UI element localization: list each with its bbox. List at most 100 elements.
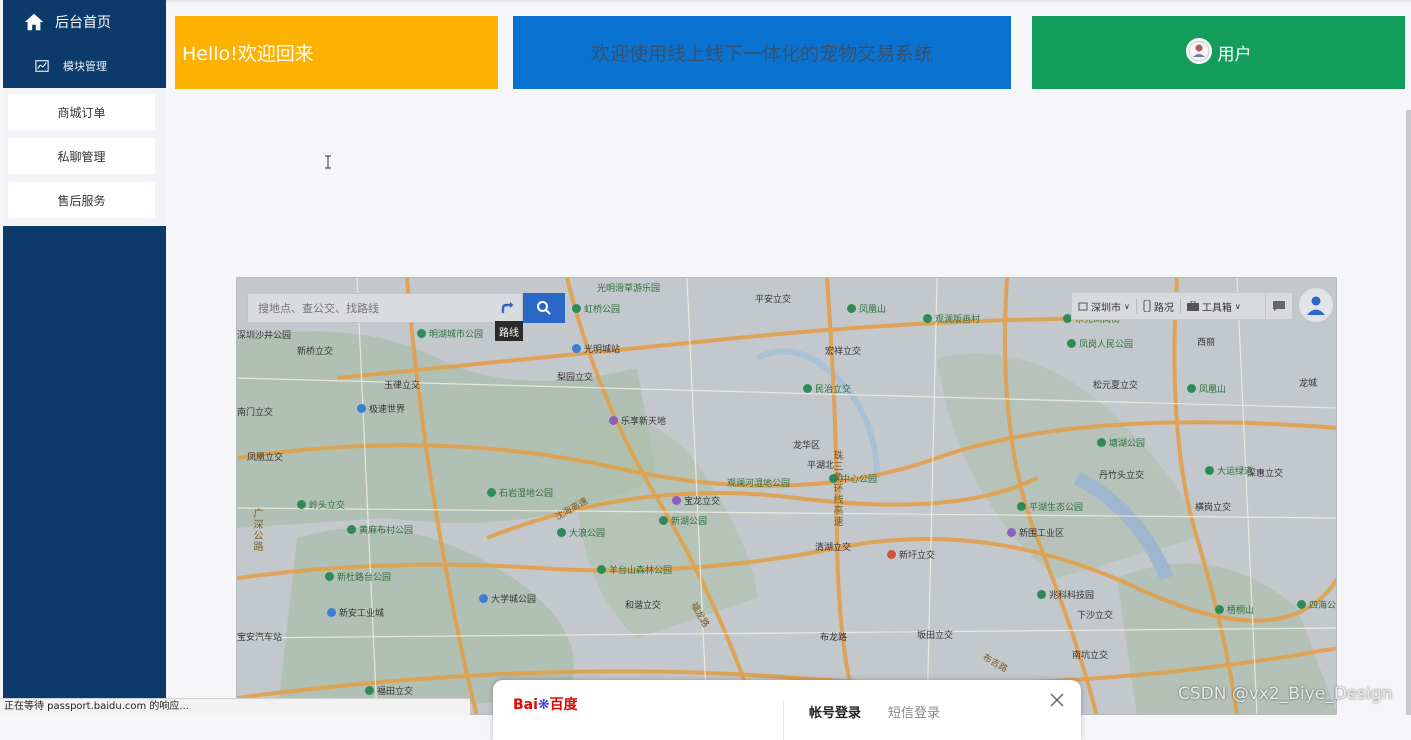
map-search-box bbox=[247, 293, 523, 323]
chart-line-icon bbox=[35, 60, 49, 72]
map-label: 大运绿道 bbox=[1205, 464, 1253, 477]
chevron-down-icon: ∨ bbox=[1234, 301, 1241, 311]
baidu-logo: Bai❋百度 bbox=[513, 697, 578, 713]
map-label: 平湖生态公园 bbox=[1017, 500, 1083, 513]
map-label: 黄麻布村公园 bbox=[347, 523, 413, 536]
map-label: 宝龙立交 bbox=[672, 494, 720, 507]
sidebar-submenu: 商城订单 私聊管理 售后服务 bbox=[3, 88, 166, 226]
map-label: 梨园立交 bbox=[557, 373, 594, 383]
map-label: 新杜路台公园 bbox=[325, 570, 391, 583]
map-road-label: 珠三角环线高速 bbox=[831, 450, 842, 527]
sidebar-item-private-chat[interactable]: 私聊管理 bbox=[8, 138, 155, 174]
home-icon bbox=[24, 13, 44, 31]
user-avatar bbox=[1185, 37, 1212, 64]
traffic-label: 路况 bbox=[1153, 302, 1174, 314]
map-label: 凤凰山 bbox=[1187, 382, 1226, 395]
map-search-button[interactable] bbox=[523, 293, 565, 323]
sidebar-item-after-sales[interactable]: 售后服务 bbox=[8, 182, 155, 218]
traffic-light-icon bbox=[1143, 300, 1151, 312]
map-label: 新桥立交 bbox=[297, 347, 334, 357]
close-icon[interactable] bbox=[1049, 692, 1065, 708]
map-label: 大浪公园 bbox=[557, 526, 605, 539]
map-label: 观澜河湿地公园 bbox=[727, 479, 791, 489]
map-label: 龙华区 bbox=[793, 441, 821, 451]
map-label: 丹竹头立交 bbox=[1099, 471, 1145, 481]
map-label: 四海公园 bbox=[1297, 598, 1336, 611]
map-label: 观澜版画村 bbox=[923, 312, 980, 325]
map-label: 福田立交 bbox=[365, 684, 413, 697]
map-label: 梧桐山 bbox=[1215, 603, 1254, 616]
page-scrollbar[interactable] bbox=[1406, 110, 1411, 715]
route-tooltip: 路线 bbox=[495, 321, 523, 341]
map-label: 深圳沙井公园 bbox=[237, 331, 292, 341]
map-label: 新圩立交 bbox=[887, 548, 935, 561]
sidebar: 后台首页 模块管理 商城订单 私聊管理 售后服务 bbox=[3, 0, 166, 715]
map-label: 塘湖公园 bbox=[1097, 436, 1145, 449]
map-label: 明湖城市公园 bbox=[417, 327, 483, 340]
city-selector[interactable]: 深圳市 ∨ bbox=[1072, 299, 1136, 314]
map-label: 平安立交 bbox=[755, 295, 792, 305]
toolbox-menu[interactable]: 工具箱 ∨ bbox=[1181, 299, 1247, 314]
chevron-down-icon: ∨ bbox=[1124, 301, 1130, 311]
text-cursor-icon bbox=[325, 155, 331, 169]
map-label: 羊台山森林公园 bbox=[597, 563, 672, 576]
csdn-watermark: CSDN @vx2_Biye_Design bbox=[1178, 684, 1393, 704]
system-title-banner: 欢迎使用线上线下一体化的宠物交易系统 bbox=[513, 16, 1011, 89]
sidebar-module-management[interactable]: 模块管理 bbox=[3, 52, 166, 80]
map-label: 布龙路 bbox=[820, 633, 848, 643]
user-icon bbox=[1307, 296, 1325, 315]
map-label: 凤凰山 bbox=[847, 302, 886, 315]
map-label: 凤凰立交 bbox=[247, 453, 284, 463]
dialog-divider bbox=[783, 700, 784, 740]
baidu-map[interactable]: 光明滑草游乐园 深圳沙井公园 新桥立交 明湖城市公园 虹桥公园 光明城站 梨园立… bbox=[236, 277, 1337, 715]
map-label: 和谐立交 bbox=[625, 601, 662, 611]
user-banner[interactable]: 用户 bbox=[1032, 16, 1405, 89]
map-label: 横岗立交 bbox=[1195, 503, 1232, 513]
route-icon[interactable] bbox=[498, 298, 518, 318]
map-label: 龙城 bbox=[1299, 379, 1318, 389]
map-label: 乐享新天地 bbox=[609, 414, 666, 427]
map-label: 南门立交 bbox=[237, 408, 274, 418]
city-label: 深圳市 bbox=[1091, 302, 1121, 314]
user-label: 用户 bbox=[1217, 45, 1252, 65]
tab-account-login[interactable]: 帐号登录 bbox=[809, 702, 861, 721]
map-label: 极速世界 bbox=[357, 402, 405, 415]
map-toolbar: 深圳市 ∨ 路况 工具箱 ∨ bbox=[1071, 292, 1271, 320]
welcome-banner: Hello!欢迎回来 bbox=[175, 16, 498, 89]
map-label: 清湖立交 bbox=[815, 543, 852, 553]
message-icon bbox=[1273, 301, 1285, 311]
map-label: 凤岗人民公园 bbox=[1067, 337, 1133, 350]
search-icon bbox=[537, 301, 551, 315]
map-label: 石岩湿地公园 bbox=[487, 486, 553, 499]
map-search-input[interactable] bbox=[248, 293, 498, 323]
sidebar-home[interactable]: 后台首页 bbox=[3, 0, 166, 44]
map-road-label: 广深公路 bbox=[251, 508, 262, 552]
sidebar-home-label: 后台首页 bbox=[55, 15, 111, 31]
sidebar-item-mall-orders[interactable]: 商城订单 bbox=[8, 94, 155, 130]
map-label: 大学城公园 bbox=[479, 592, 536, 605]
map-label: 民治立交 bbox=[803, 382, 851, 395]
baidu-login-dialog: Bai❋百度 帐号登录 短信登录 bbox=[493, 680, 1081, 740]
map-label: 光明城站 bbox=[572, 342, 620, 355]
welcome-text: Hello!欢迎回来 bbox=[182, 43, 314, 65]
map-label: 西丽 bbox=[1197, 338, 1216, 348]
map-label: 新湖公园 bbox=[659, 514, 707, 527]
map-label: 深惠立交 bbox=[1247, 469, 1284, 479]
sidebar-module-label: 模块管理 bbox=[63, 60, 107, 73]
map-label: 下沙立交 bbox=[1077, 611, 1114, 621]
map-label: 坂田立交 bbox=[917, 631, 954, 641]
map-canvas bbox=[237, 278, 1336, 714]
map-label: 宏祥立交 bbox=[825, 347, 862, 357]
system-title-text: 欢迎使用线上线下一体化的宠物交易系统 bbox=[590, 43, 933, 65]
map-label: 虹桥公园 bbox=[572, 302, 620, 315]
map-label: 新安工业城 bbox=[327, 606, 384, 619]
tab-sms-login[interactable]: 短信登录 bbox=[888, 702, 940, 721]
map-label: 宝安汽车站 bbox=[237, 633, 283, 643]
map-user-button[interactable] bbox=[1299, 288, 1333, 322]
traffic-toggle[interactable]: 路况 bbox=[1137, 299, 1180, 314]
map-label: 新围工业区 bbox=[1007, 526, 1064, 539]
map-message-button[interactable] bbox=[1265, 292, 1293, 320]
city-icon bbox=[1078, 302, 1088, 311]
map-label: 玉律立交 bbox=[384, 381, 421, 391]
map-label: 南坑立交 bbox=[1072, 651, 1109, 661]
